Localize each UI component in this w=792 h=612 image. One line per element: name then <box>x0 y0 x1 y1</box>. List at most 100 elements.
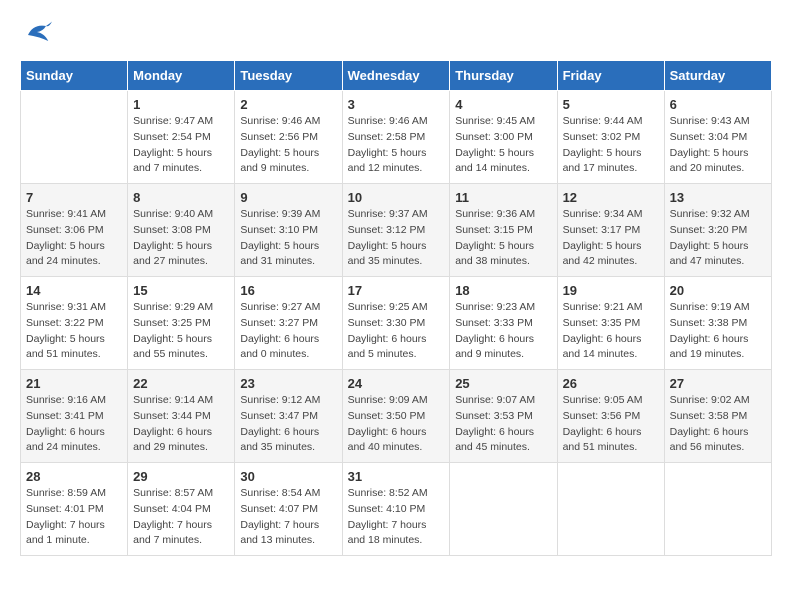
day-number: 15 <box>133 283 229 298</box>
calendar-cell: 23 Sunrise: 9:12 AMSunset: 3:47 PMDayligh… <box>235 370 342 463</box>
calendar-cell: 29Sunrise: 8:57 AMSunset: 4:04 PMDayligh… <box>128 463 235 556</box>
calendar-cell <box>664 463 771 556</box>
logo <box>20 20 52 50</box>
day-of-week-row: SundayMondayTuesdayWednesdayThursdayFrid… <box>21 61 772 91</box>
day-number: 4 <box>455 97 551 112</box>
day-number: 7 <box>26 190 122 205</box>
calendar-cell: 4 Sunrise: 9:45 AMSunset: 3:00 PMDaylight… <box>450 91 557 184</box>
calendar-cell: 27 Sunrise: 9:02 AMSunset: 3:58 PMDayligh… <box>664 370 771 463</box>
day-info: Sunrise: 9:27 AMSunset: 3:27 PMDaylight:… <box>240 300 336 363</box>
calendar-cell: 25 Sunrise: 9:07 AMSunset: 3:53 PMDayligh… <box>450 370 557 463</box>
day-info: Sunrise: 9:14 AMSunset: 3:44 PMDaylight:… <box>133 393 229 456</box>
day-info: Sunrise: 9:09 AMSunset: 3:50 PMDaylight:… <box>348 393 445 456</box>
calendar-week-row: 1 Sunrise: 9:47 AMSunset: 2:54 PMDaylight… <box>21 91 772 184</box>
calendar-cell: 22 Sunrise: 9:14 AMSunset: 3:44 PMDayligh… <box>128 370 235 463</box>
day-number: 30 <box>240 469 336 484</box>
day-number: 16 <box>240 283 336 298</box>
day-info: Sunrise: 9:47 AMSunset: 2:54 PMDaylight:… <box>133 114 229 177</box>
day-info: Sunrise: 8:54 AMSunset: 4:07 PMDaylight:… <box>240 486 336 549</box>
day-number: 21 <box>26 376 122 391</box>
day-info: Sunrise: 9:32 AMSunset: 3:20 PMDaylight:… <box>670 207 766 270</box>
day-info: Sunrise: 9:43 AMSunset: 3:04 PMDaylight:… <box>670 114 766 177</box>
day-info: Sunrise: 8:57 AMSunset: 4:04 PMDaylight:… <box>133 486 229 549</box>
day-info: Sunrise: 9:07 AMSunset: 3:53 PMDaylight:… <box>455 393 551 456</box>
day-number: 26 <box>563 376 659 391</box>
calendar-cell: 30 Sunrise: 8:54 AMSunset: 4:07 PMDayligh… <box>235 463 342 556</box>
day-number: 2 <box>240 97 336 112</box>
calendar-cell: 28 Sunrise: 8:59 AMSunset: 4:01 PMDayligh… <box>21 463 128 556</box>
day-info: Sunrise: 9:46 AMSunset: 2:58 PMDaylight:… <box>348 114 445 177</box>
day-info: Sunrise: 9:23 AMSunset: 3:33 PMDaylight:… <box>455 300 551 363</box>
calendar-cell: 14 Sunrise: 9:31 AMSunset: 3:22 PMDayligh… <box>21 277 128 370</box>
calendar-cell: 26 Sunrise: 9:05 AMSunset: 3:56 PMDayligh… <box>557 370 664 463</box>
calendar-cell: 1 Sunrise: 9:47 AMSunset: 2:54 PMDaylight… <box>128 91 235 184</box>
day-number: 19 <box>563 283 659 298</box>
day-info: Sunrise: 9:02 AMSunset: 3:58 PMDaylight:… <box>670 393 766 456</box>
logo-bird-icon <box>22 20 52 50</box>
day-info: Sunrise: 9:46 AMSunset: 2:56 PMDaylight:… <box>240 114 336 177</box>
day-of-week-header: Wednesday <box>342 61 450 91</box>
day-info: Sunrise: 9:21 AMSunset: 3:35 PMDaylight:… <box>563 300 659 363</box>
day-number: 25 <box>455 376 551 391</box>
calendar-cell: 31Sunrise: 8:52 AMSunset: 4:10 PMDayligh… <box>342 463 450 556</box>
calendar-cell <box>21 91 128 184</box>
day-info: Sunrise: 8:59 AMSunset: 4:01 PMDaylight:… <box>26 486 122 549</box>
day-number: 5 <box>563 97 659 112</box>
day-of-week-header: Sunday <box>21 61 128 91</box>
calendar-cell: 15Sunrise: 9:29 AMSunset: 3:25 PMDayligh… <box>128 277 235 370</box>
day-info: Sunrise: 9:39 AMSunset: 3:10 PMDaylight:… <box>240 207 336 270</box>
day-info: Sunrise: 9:31 AMSunset: 3:22 PMDaylight:… <box>26 300 122 363</box>
day-number: 6 <box>670 97 766 112</box>
day-info: Sunrise: 9:19 AMSunset: 3:38 PMDaylight:… <box>670 300 766 363</box>
day-number: 18 <box>455 283 551 298</box>
day-info: Sunrise: 9:12 AMSunset: 3:47 PMDaylight:… <box>240 393 336 456</box>
page-header <box>20 20 772 50</box>
calendar-cell: 9 Sunrise: 9:39 AMSunset: 3:10 PMDaylight… <box>235 184 342 277</box>
day-info: Sunrise: 9:34 AMSunset: 3:17 PMDaylight:… <box>563 207 659 270</box>
day-number: 12 <box>563 190 659 205</box>
day-info: Sunrise: 9:36 AMSunset: 3:15 PMDaylight:… <box>455 207 551 270</box>
day-info: Sunrise: 9:41 AMSunset: 3:06 PMDaylight:… <box>26 207 122 270</box>
day-number: 23 <box>240 376 336 391</box>
calendar-cell: 13Sunrise: 9:32 AMSunset: 3:20 PMDayligh… <box>664 184 771 277</box>
calendar-cell: 8Sunrise: 9:40 AMSunset: 3:08 PMDaylight… <box>128 184 235 277</box>
calendar-cell: 16 Sunrise: 9:27 AMSunset: 3:27 PMDayligh… <box>235 277 342 370</box>
calendar-week-row: 21 Sunrise: 9:16 AMSunset: 3:41 PMDayligh… <box>21 370 772 463</box>
calendar-cell: 24 Sunrise: 9:09 AMSunset: 3:50 PMDayligh… <box>342 370 450 463</box>
day-number: 9 <box>240 190 336 205</box>
day-info: Sunrise: 8:52 AMSunset: 4:10 PMDaylight:… <box>348 486 445 549</box>
calendar-cell: 17Sunrise: 9:25 AMSunset: 3:30 PMDayligh… <box>342 277 450 370</box>
calendar-cell: 10Sunrise: 9:37 AMSunset: 3:12 PMDayligh… <box>342 184 450 277</box>
calendar-week-row: 7 Sunrise: 9:41 AMSunset: 3:06 PMDaylight… <box>21 184 772 277</box>
calendar-cell: 3 Sunrise: 9:46 AMSunset: 2:58 PMDaylight… <box>342 91 450 184</box>
day-number: 24 <box>348 376 445 391</box>
calendar-cell <box>557 463 664 556</box>
day-number: 27 <box>670 376 766 391</box>
day-info: Sunrise: 9:16 AMSunset: 3:41 PMDaylight:… <box>26 393 122 456</box>
day-number: 1 <box>133 97 229 112</box>
day-number: 11 <box>455 190 551 205</box>
calendar-cell: 20Sunrise: 9:19 AMSunset: 3:38 PMDayligh… <box>664 277 771 370</box>
calendar-cell: 7 Sunrise: 9:41 AMSunset: 3:06 PMDaylight… <box>21 184 128 277</box>
day-info: Sunrise: 9:45 AMSunset: 3:00 PMDaylight:… <box>455 114 551 177</box>
day-of-week-header: Friday <box>557 61 664 91</box>
day-info: Sunrise: 9:05 AMSunset: 3:56 PMDaylight:… <box>563 393 659 456</box>
day-number: 10 <box>348 190 445 205</box>
calendar-cell: 11 Sunrise: 9:36 AMSunset: 3:15 PMDayligh… <box>450 184 557 277</box>
day-info: Sunrise: 9:44 AMSunset: 3:02 PMDaylight:… <box>563 114 659 177</box>
day-of-week-header: Saturday <box>664 61 771 91</box>
calendar-table: SundayMondayTuesdayWednesdayThursdayFrid… <box>20 60 772 556</box>
day-of-week-header: Monday <box>128 61 235 91</box>
day-number: 3 <box>348 97 445 112</box>
calendar-cell <box>450 463 557 556</box>
day-number: 22 <box>133 376 229 391</box>
day-info: Sunrise: 9:40 AMSunset: 3:08 PMDaylight:… <box>133 207 229 270</box>
day-of-week-header: Tuesday <box>235 61 342 91</box>
calendar-cell: 12 Sunrise: 9:34 AMSunset: 3:17 PMDayligh… <box>557 184 664 277</box>
day-number: 28 <box>26 469 122 484</box>
calendar-cell: 2 Sunrise: 9:46 AMSunset: 2:56 PMDaylight… <box>235 91 342 184</box>
day-info: Sunrise: 9:25 AMSunset: 3:30 PMDaylight:… <box>348 300 445 363</box>
calendar-body: 1 Sunrise: 9:47 AMSunset: 2:54 PMDaylight… <box>21 91 772 556</box>
day-number: 14 <box>26 283 122 298</box>
calendar-cell: 18 Sunrise: 9:23 AMSunset: 3:33 PMDayligh… <box>450 277 557 370</box>
